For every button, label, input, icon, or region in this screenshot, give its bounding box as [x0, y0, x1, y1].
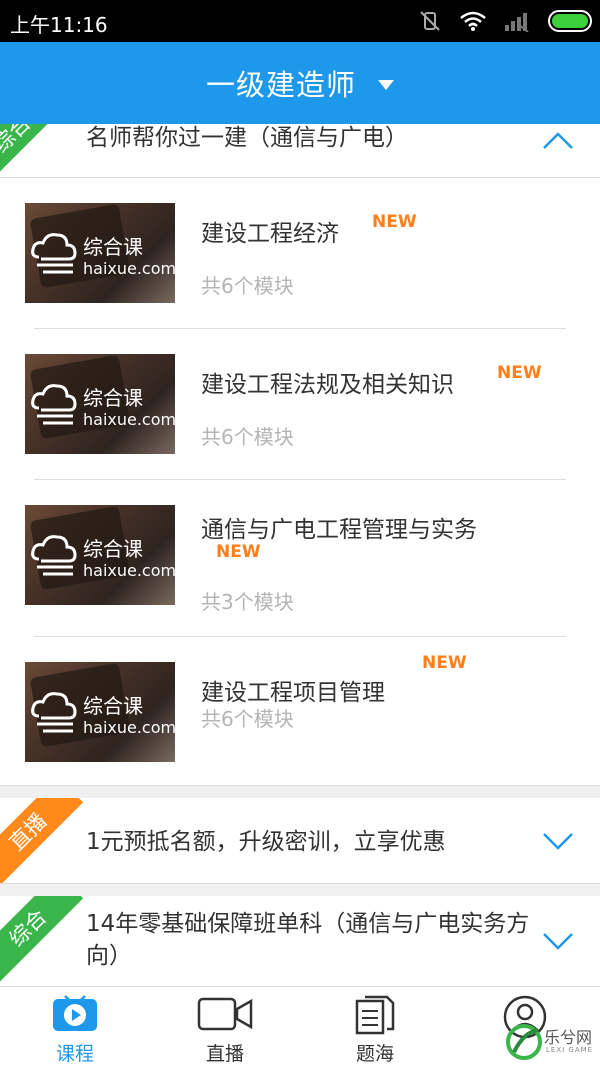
course-module-count: 共3个模块: [201, 590, 294, 614]
course-thumbnail: 综合课 haixue.com: [25, 354, 175, 454]
vibrate-mute-icon: [420, 11, 440, 31]
thumb-site: haixue.com: [83, 259, 175, 278]
status-bar: 上午11:16: [0, 0, 600, 42]
status-time: 上午11:16: [10, 13, 108, 37]
cloud-logo-icon: [31, 384, 77, 425]
section-badge-1: 综合: [0, 124, 68, 177]
cloud-logo-icon: [31, 692, 77, 733]
section-badge-2: 直播: [0, 798, 84, 883]
course-module-count: 共6个模块: [201, 707, 294, 731]
chevron-down-icon[interactable]: [542, 932, 574, 952]
dropdown-caret-icon[interactable]: [378, 80, 394, 90]
section-title-1: 名师帮你过一建（通信与广电）: [86, 125, 408, 151]
thumb-site: haixue.com: [83, 561, 175, 580]
thumb-title: 综合课: [83, 235, 143, 259]
chevron-down-icon[interactable]: [542, 832, 574, 852]
course-name: 通信与广电工程管理与实务: [201, 517, 477, 543]
site-watermark: 乐兮网 LEXI GAME: [504, 1020, 596, 1064]
course-item-4[interactable]: 综合课 haixue.com 建设工程项目管理 NEW 共6个模块: [0, 637, 600, 788]
chevron-up-icon[interactable]: [542, 130, 574, 150]
course-thumbnail: 综合课 haixue.com: [25, 203, 175, 303]
section-header-3[interactable]: 综合 14年零基础保障班单科（通信与广电实务方向）: [0, 896, 600, 986]
section-header-2[interactable]: 直播 1元预抵名额，升级密训，立享优惠: [0, 798, 600, 884]
new-tag: NEW: [422, 653, 467, 673]
thumb-title: 综合课: [83, 386, 143, 410]
play-video-icon: [53, 995, 97, 1031]
thumb-title: 综合课: [83, 537, 143, 561]
tab-live-label: 直播: [205, 1043, 244, 1065]
course-content[interactable]: 综合 名师帮你过一建（通信与广电） 综合课 haixue.com 建设工程经济 …: [0, 124, 600, 986]
watermark-subtext: LEXI GAME: [546, 1046, 594, 1054]
wifi-icon: [460, 11, 486, 31]
watermark-text: 乐兮网: [544, 1028, 593, 1047]
thumb-site: haixue.com: [83, 410, 175, 429]
tab-courses-label: 课程: [55, 1043, 94, 1065]
section-title-3: 14年零基础保障班单科（通信与广电实务方向）: [86, 911, 530, 969]
course-module-count: 共6个模块: [201, 274, 294, 298]
tab-questions[interactable]: 题海: [300, 987, 450, 1067]
course-item-2[interactable]: 综合课 haixue.com 建设工程法规及相关知识 NEW 共6个模块: [0, 329, 600, 480]
course-list: 综合课 haixue.com 建设工程经济 NEW 共6个模块 综合课 haix…: [0, 178, 600, 786]
camera-icon: [197, 997, 253, 1031]
tab-live[interactable]: 直播: [150, 987, 300, 1067]
status-icons: [418, 8, 592, 34]
course-item-3[interactable]: 综合课 haixue.com 通信与广电工程管理与实务 NEW 共3个模块: [0, 480, 600, 637]
new-tag: NEW: [372, 212, 417, 232]
course-thumbnail: 综合课 haixue.com: [25, 662, 175, 762]
course-module-count: 共6个模块: [201, 425, 294, 449]
cloud-logo-icon: [31, 535, 77, 576]
watermark-logo-icon: [506, 1024, 542, 1060]
signal-icon: [505, 13, 529, 32]
section-title-2: 1元预抵名额，升级密训，立享优惠: [86, 829, 446, 855]
course-name: 建设工程经济: [201, 221, 339, 247]
course-thumbnail: 综合课 haixue.com: [25, 505, 175, 605]
tab-courses[interactable]: 课程: [0, 987, 150, 1067]
tab-questions-label: 题海: [355, 1043, 394, 1065]
course-item-1[interactable]: 综合课 haixue.com 建设工程经济 NEW 共6个模块: [0, 178, 600, 329]
section-header-1[interactable]: 综合 名师帮你过一建（通信与广电）: [0, 124, 600, 178]
cloud-logo-icon: [31, 233, 77, 274]
course-name: 建设工程项目管理: [201, 680, 385, 706]
thumb-site: haixue.com: [83, 718, 175, 737]
new-tag: NEW: [497, 363, 542, 383]
document-icon: [355, 995, 395, 1035]
battery-icon: [548, 10, 592, 32]
new-tag: NEW: [216, 542, 261, 562]
course-name: 建设工程法规及相关知识: [201, 372, 454, 398]
app-bar[interactable]: 一级建造师: [0, 42, 600, 124]
section-badge-3: 综合: [0, 896, 84, 984]
thumb-title: 综合课: [83, 694, 143, 718]
exam-title[interactable]: 一级建造师: [206, 62, 356, 104]
